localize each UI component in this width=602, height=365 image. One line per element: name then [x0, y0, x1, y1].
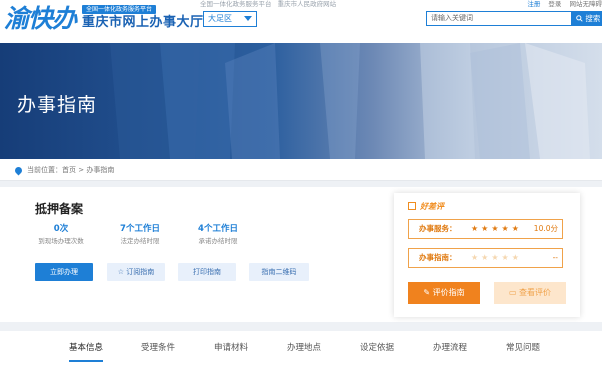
star-icon: ★ — [511, 253, 522, 262]
service-rating-score: 10.0分 — [533, 224, 558, 233]
star-icon: ★ — [481, 224, 492, 233]
list-icon: ▭ — [508, 288, 520, 297]
login-link[interactable]: 登录 — [548, 0, 561, 8]
evaluate-guide-label: 评价指南 — [432, 288, 465, 297]
top-link-national-platform[interactable]: 全国一体化政务服务平台 — [200, 0, 272, 8]
tab-faq[interactable]: 常见问题 — [506, 331, 540, 365]
apply-now-button[interactable]: 立即办理 — [35, 263, 93, 281]
accessibility-link[interactable]: 网站无障碍 — [570, 0, 602, 8]
region-select[interactable]: 大足区 — [203, 11, 257, 27]
register-link[interactable]: 注册 — [527, 0, 540, 8]
star-icon: ★ — [491, 224, 502, 233]
service-card: 抵押备案 0次 到现场办理次数 7个工作日 法定办结时限 4个工作日 承诺办结时… — [0, 187, 602, 322]
search-button-label: 搜索 — [585, 14, 601, 23]
service-rating-label: 办事服务： — [419, 224, 457, 233]
stat-label: 承诺办结时限 — [198, 237, 238, 245]
stat-value: 0次 — [53, 224, 69, 234]
tab-application-materials[interactable]: 申请材料 — [214, 331, 248, 365]
top-header: 渝快办 全国一体化政务服务平台 重庆市网上办事大厅 全国一体化政务服务平台 重庆… — [0, 0, 602, 43]
page-title: 办事指南 — [17, 94, 98, 116]
review-panel: 好差评 办事服务： ★★★★★ 10.0分 办事指南： ★★★★★ -- ✎ 评… — [394, 193, 580, 317]
logo-hall-name: 重庆市网上办事大厅 — [82, 15, 204, 30]
guide-qrcode-button[interactable]: 指南二维码 — [249, 263, 309, 281]
search-button[interactable]: 搜索 — [571, 11, 602, 26]
view-reviews-button[interactable]: ▭ 查看评价 — [494, 282, 566, 304]
tab-service-location[interactable]: 办理地点 — [287, 331, 321, 365]
breadcrumb: 当前位置：首页 > 办事指南 — [0, 159, 602, 181]
guide-rating-label: 办事指南： — [419, 253, 457, 262]
guide-rating-score: -- — [552, 253, 558, 262]
subscribe-guide-label: 订阅指南 — [126, 268, 155, 276]
review-title: 好差评 — [408, 201, 444, 212]
stat-onsite-visits: 0次 到现场办理次数 — [35, 224, 87, 247]
page-banner: 办事指南 — [0, 43, 602, 159]
search-icon — [576, 15, 583, 22]
star-icon: ★ — [471, 253, 482, 262]
star-icon: ★ — [511, 224, 522, 233]
star-icon: ★ — [491, 253, 502, 262]
stat-legal-deadline: 7个工作日 法定办结时限 — [112, 224, 168, 247]
tab-acceptance-conditions[interactable]: 受理条件 — [141, 331, 175, 365]
service-rating-stars: ★★★★★ — [471, 220, 522, 238]
caret-down-icon — [244, 16, 252, 21]
guide-rating-row: 办事指南： ★★★★★ -- — [408, 248, 563, 268]
print-guide-button[interactable]: 打印指南 — [178, 263, 236, 281]
star-icon: ★ — [481, 253, 492, 262]
edit-icon: ✎ — [423, 288, 433, 297]
breadcrumb-text: 当前位置：首页 > 办事指南 — [27, 166, 115, 174]
logo-mark: 渝快办 — [4, 4, 77, 33]
top-link-gov-site[interactable]: 重庆市人民政府网站 — [278, 0, 337, 8]
logo-platform-badge: 全国一体化政务服务平台 — [82, 5, 157, 14]
stat-value: 7个工作日 — [120, 224, 160, 234]
review-title-text: 好差评 — [420, 202, 444, 211]
service-rating-row: 办事服务： ★★★★★ 10.0分 — [408, 219, 563, 239]
detail-tabs: 基本信息 受理条件 申请材料 办理地点 设定依据 办理流程 常见问题 — [0, 331, 602, 365]
subscribe-guide-button[interactable]: ☆ 订阅指南 — [107, 263, 165, 281]
user-links: 注册 登录 网站无障碍 — [521, 0, 602, 8]
stat-value: 4个工作日 — [198, 224, 238, 234]
tab-legal-basis[interactable]: 设定依据 — [360, 331, 394, 365]
view-reviews-label: 查看评价 — [519, 288, 552, 297]
tab-process-flow[interactable]: 办理流程 — [433, 331, 467, 365]
location-pin-icon — [13, 165, 24, 176]
top-links: 全国一体化政务服务平台 重庆市人民政府网站 — [200, 0, 340, 8]
search-input[interactable]: 请输入关键词 — [426, 11, 572, 26]
star-icon: ★ — [471, 224, 482, 233]
stat-label: 到现场办理次数 — [38, 237, 84, 245]
stat-label: 法定办结时限 — [120, 237, 160, 245]
star-icon: ★ — [501, 224, 512, 233]
star-outline-icon: ☆ — [117, 268, 127, 276]
region-value: 大足区 — [208, 14, 232, 23]
stat-promised-deadline: 4个工作日 承诺办结时限 — [190, 224, 246, 247]
service-title: 抵押备案 — [35, 202, 84, 216]
guide-rating-stars: ★★★★★ — [471, 249, 522, 267]
evaluate-guide-button[interactable]: ✎ 评价指南 — [408, 282, 480, 304]
star-icon: ★ — [501, 253, 512, 262]
review-icon — [408, 202, 416, 210]
tab-basic-info[interactable]: 基本信息 — [69, 331, 104, 365]
